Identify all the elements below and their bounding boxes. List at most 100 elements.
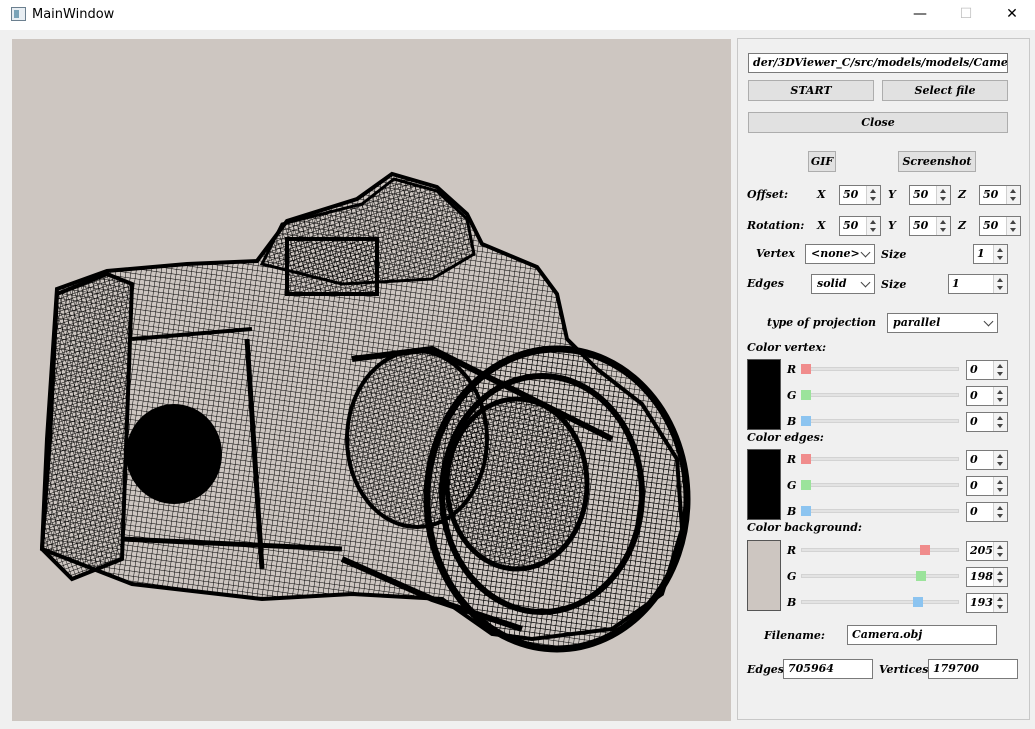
vertex-type-select[interactable]: <none> [805,244,875,264]
close-button[interactable]: Close [748,112,1008,133]
color-vertex-r-label: R [787,363,797,376]
offset-y-spinbox[interactable]: 50 [909,185,951,205]
spin-arrows[interactable] [866,186,880,204]
color-edges-b-slider[interactable] [801,509,959,513]
chevron-down-icon [860,277,871,288]
spin-arrows[interactable] [1006,217,1020,235]
rotation-y-spinbox[interactable]: 50 [909,216,951,236]
select-file-button[interactable]: Select file [882,80,1008,101]
color-edges-g-label: G [787,479,797,492]
color-background-r-spinbox[interactable]: 205 [966,541,1008,561]
slider-handle[interactable] [801,390,811,400]
spin-arrows[interactable] [993,275,1007,293]
offset-y-label: Y [888,188,896,201]
filename-field[interactable]: Camera.obj [847,625,997,645]
color-vertex-r-slider[interactable] [801,367,959,371]
chevron-down-icon [860,247,871,258]
edges-size-label: Size [881,278,907,291]
spin-arrows[interactable] [993,451,1007,469]
color-vertex-g-spinbox[interactable]: 0 [966,386,1008,406]
color-vertex-b-label: B [787,415,797,428]
color-background-b-value: 193 [970,596,993,609]
maximize-button[interactable]: ☐ [943,0,989,30]
color-edges-r-slider[interactable] [801,457,959,461]
spin-arrows[interactable] [1006,186,1020,204]
start-button[interactable]: START [748,80,874,101]
model-viewport[interactable] [12,39,731,721]
slider-handle[interactable] [801,364,811,374]
color-edges-r-spinbox[interactable]: 0 [966,450,1008,470]
vertex-size-spinbox[interactable]: 1 [973,244,1008,264]
edges-count-label: Edges [747,663,784,676]
edges-size-spinbox[interactable]: 1 [948,274,1008,294]
offset-z-label: Z [958,188,967,201]
gif-button[interactable]: GIF [808,151,836,172]
slider-handle[interactable] [801,480,811,490]
color-vertex-g-slider[interactable] [801,393,959,397]
slider-handle[interactable] [916,571,926,581]
spin-arrows[interactable] [993,245,1007,263]
rotation-z-spinbox[interactable]: 50 [979,216,1021,236]
color-background-g-label: G [787,570,797,583]
slider-handle[interactable] [801,454,811,464]
offset-z-spinbox[interactable]: 50 [979,185,1021,205]
spin-arrows[interactable] [936,217,950,235]
app-icon [11,7,26,21]
slider-handle[interactable] [913,597,923,607]
file-path-input[interactable]: der/3DViewer_C/src/models/models/Camera.… [748,53,1008,73]
chevron-down-icon [983,316,994,327]
spin-arrows[interactable] [993,542,1007,560]
spin-arrows[interactable] [936,186,950,204]
color-edges-b-value: 0 [970,505,978,518]
window-title: MainWindow [32,7,115,22]
screenshot-button[interactable]: Screenshot [898,151,976,172]
slider-handle[interactable] [920,545,930,555]
color-edges-b-spinbox[interactable]: 0 [966,502,1008,522]
wireframe-render [39,171,691,653]
close-window-button[interactable]: ✕ [989,0,1035,30]
minimize-button[interactable]: — [897,0,943,30]
rotation-x-spinbox[interactable]: 50 [839,216,881,236]
color-edges-g-value: 0 [970,479,978,492]
color-background-label: Color background: [747,521,862,534]
color-edges-swatch [747,449,781,520]
offset-x-spinbox[interactable]: 50 [839,185,881,205]
color-edges-g-spinbox[interactable]: 0 [966,476,1008,496]
spin-arrows[interactable] [866,217,880,235]
rotation-z-value: 50 [983,219,999,232]
slider-handle[interactable] [801,416,811,426]
color-vertex-r-spinbox[interactable]: 0 [966,360,1008,380]
color-vertex-b-value: 0 [970,415,978,428]
spin-arrows[interactable] [993,477,1007,495]
color-background-b-slider[interactable] [801,600,959,604]
spin-arrows[interactable] [993,387,1007,405]
edges-type-value: solid [817,277,847,290]
color-background-b-spinbox[interactable]: 193 [966,593,1008,613]
spin-arrows[interactable] [993,361,1007,379]
color-background-g-slider[interactable] [801,574,959,578]
color-vertex-g-value: 0 [970,389,978,402]
color-vertex-b-slider[interactable] [801,419,959,423]
color-edges-b-label: B [787,505,797,518]
edges-type-select[interactable]: solid [811,274,875,294]
offset-x-value: 50 [843,188,859,201]
spin-arrows[interactable] [993,568,1007,586]
projection-select[interactable]: parallel [887,313,998,333]
edges-count-field[interactable]: 705964 [783,659,873,679]
color-background-r-slider[interactable] [801,548,959,552]
spin-arrows[interactable] [993,503,1007,521]
vertices-count-field[interactable]: 179700 [928,659,1018,679]
color-edges-r-value: 0 [970,453,978,466]
slider-handle[interactable] [801,506,811,516]
projection-label: type of projection [767,316,876,329]
edges-label: Edges [747,277,784,290]
spin-arrows[interactable] [993,594,1007,612]
spin-arrows[interactable] [993,413,1007,431]
color-edges-label: Color edges: [747,431,824,444]
color-background-g-value: 198 [970,570,993,583]
offset-x-label: X [817,188,826,201]
color-vertex-b-spinbox[interactable]: 0 [966,412,1008,432]
color-background-g-spinbox[interactable]: 198 [966,567,1008,587]
vertex-label: Vertex [756,247,795,260]
color-edges-g-slider[interactable] [801,483,959,487]
